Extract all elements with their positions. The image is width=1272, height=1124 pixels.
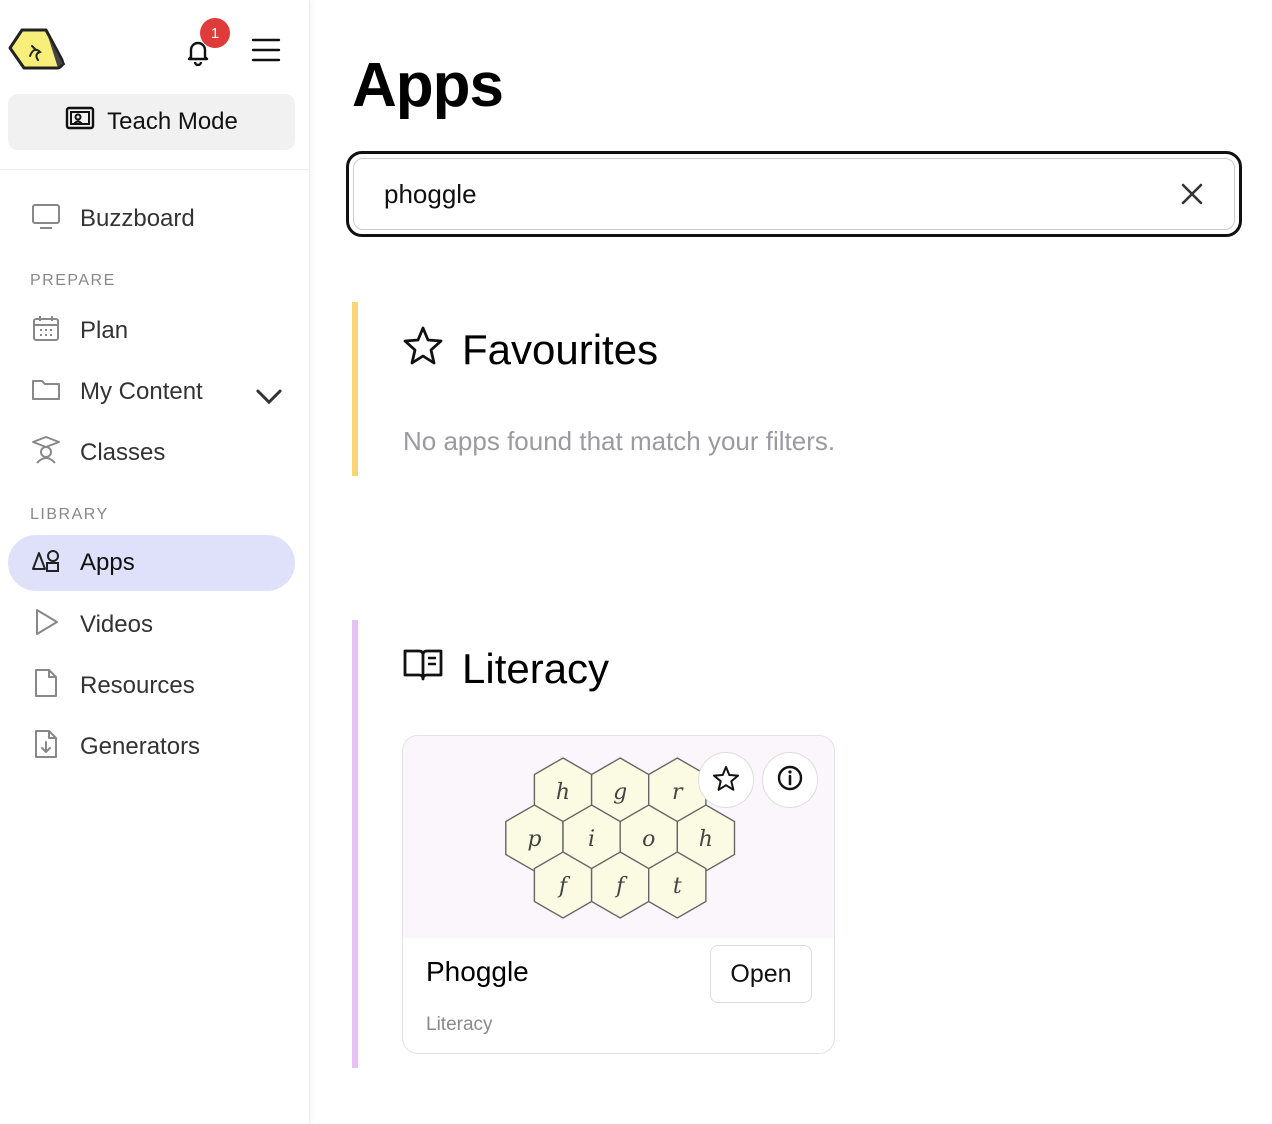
chevron-down-icon[interactable] [253,381,282,405]
open-button[interactable]: Open [710,945,812,1003]
literacy-accent-bar [352,620,358,1068]
info-button[interactable] [762,752,818,808]
notification-badge: 1 [200,18,230,48]
tile-letter: h [699,827,713,852]
section-label-prepare: PREPARE [30,272,116,289]
sidebar-item-label: Buzzboard [80,205,195,232]
search-field [353,158,1235,230]
sidebar-item-label: My Content [80,378,203,405]
app-card-category: Literacy [426,1014,493,1035]
literacy-heading: Literacy [402,643,609,695]
favourites-empty-message: No apps found that match your filters. [403,426,836,456]
tile-letter: p [527,827,541,852]
folder-icon [30,374,62,411]
sidebar-item-classes[interactable]: Classes [8,425,295,481]
search-box [346,151,1242,237]
calendar-icon [30,313,62,350]
sidebar-item-label: Classes [80,439,166,466]
sidebar-item-plan[interactable]: Plan [8,303,295,359]
tile-letter: t [673,874,682,899]
sidebar-item-buzzboard[interactable]: Buzzboard [8,191,295,247]
app-thumbnail: hgrpiohfft [403,736,834,938]
sidebar-item-label: Generators [80,733,201,760]
sidebar-divider [0,169,310,170]
close-icon[interactable] [1178,180,1206,208]
favourites-heading: Favourites [402,324,658,376]
tile-letter: r [672,780,684,805]
teach-mode-button[interactable]: Teach Mode [8,94,295,150]
sidebar-item-videos[interactable]: Videos [8,597,295,653]
star-icon [712,764,740,797]
shapes-icon [30,545,62,582]
sidebar-item-generators[interactable]: Generators [8,719,295,775]
teach-mode-label: Teach Mode [107,108,238,135]
app-card-title: Phoggle [426,956,529,987]
favourite-button[interactable] [698,752,754,808]
document-icon [30,668,62,705]
tile-letter: o [642,827,655,852]
info-icon [776,764,804,797]
download-document-icon [30,729,62,766]
section-label-library: LIBRARY [30,506,109,523]
app-card-phoggle[interactable]: hgrpiohfft Phoggle Open Literacy [402,735,835,1054]
tile-letter: g [613,780,627,805]
monitor-icon [30,201,62,238]
tile-letter: i [588,827,595,852]
favourites-title: Favourites [462,326,659,373]
hamburger-menu-icon[interactable] [250,36,282,64]
sidebar-item-my-content[interactable]: My Content [8,364,295,420]
favourites-section: Favourites No apps found that match your… [352,302,1232,476]
teach-mode-icon [65,105,95,140]
page-title: Apps [352,51,504,120]
sidebar-item-label: Plan [80,317,129,344]
sidebar-item-resources[interactable]: Resources [8,658,295,714]
sidebar-item-label: Resources [80,672,195,699]
logo-icon[interactable] [6,26,68,74]
star-icon [402,324,444,376]
sidebar-item-apps[interactable]: Apps [8,535,295,591]
literacy-title: Literacy [462,645,610,692]
search-input[interactable] [384,178,1178,210]
sidebar-item-label: Videos [80,611,153,638]
open-book-icon [402,643,444,695]
sidebar-item-label: Apps [80,549,135,576]
play-icon [30,607,62,644]
tile-letter: h [556,780,570,805]
sidebar: 1 Teach Mode Buzzboard PREPARE Plan My C… [0,0,310,1124]
classes-icon [30,435,62,472]
favourites-accent-bar [352,302,358,476]
